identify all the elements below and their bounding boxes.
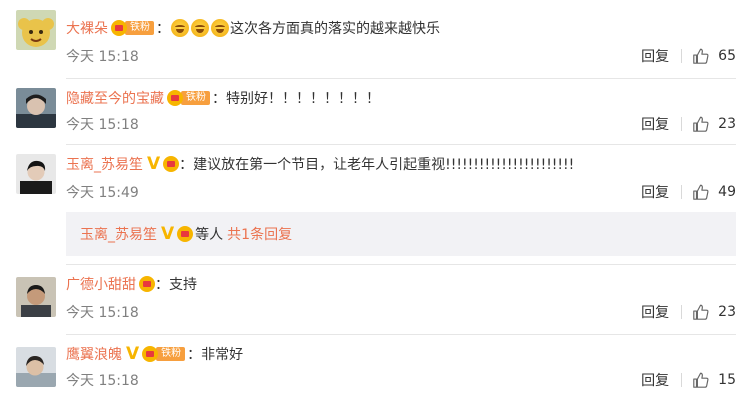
comment-item: 大裸朵 铁粉 ： 这次各方面真的落实的越来越快乐 今天 15:18 回复 65	[0, 0, 750, 78]
reply-button[interactable]: 回复	[641, 114, 669, 134]
timestamp: 今天 15:18	[66, 49, 139, 65]
grin-emoji-icon	[171, 19, 189, 37]
thumbs-up-icon	[693, 116, 709, 132]
like-button[interactable]: 23	[692, 115, 736, 133]
fan-badge	[177, 226, 194, 242]
comment-line: 隐藏至今的宝藏 铁粉 ： 特别好！！！！！！！！	[66, 87, 740, 109]
comment-actions: 回复 15	[641, 370, 736, 390]
reply-button[interactable]: 回复	[641, 370, 669, 390]
fan-badge: 铁粉	[167, 90, 210, 106]
comment-item: 鹰翼浪魄 V 铁粉 ： 非常好 今天 15:18 回复 15	[0, 334, 750, 401]
divider	[681, 305, 683, 319]
timestamp: 今天 15:18	[66, 305, 139, 321]
avatar[interactable]	[16, 154, 56, 194]
comment-actions: 回复 65	[641, 46, 736, 66]
username[interactable]: 隐藏至今的宝藏	[66, 88, 164, 108]
username[interactable]: 玉离_苏易笙	[66, 154, 143, 174]
reply-button[interactable]: 回复	[641, 46, 669, 66]
like-count: 15	[718, 372, 736, 388]
divider	[681, 373, 683, 387]
like-button[interactable]: 65	[692, 47, 736, 65]
timestamp: 今天 15:18	[66, 117, 139, 133]
crown-icon	[139, 276, 155, 292]
v-mark-icon: V	[126, 344, 140, 364]
comment-line: 广德小甜甜 ： 支持	[66, 273, 740, 295]
sub-reply-etc: 等人	[195, 227, 224, 243]
comment-item: 隐藏至今的宝藏 铁粉 ： 特别好！！！！！！！！ 今天 15:18 回复 23	[0, 78, 750, 144]
fan-badge	[163, 156, 180, 172]
avatar[interactable]	[16, 277, 56, 317]
comment-text: 特别好！！！！！！！！	[226, 91, 380, 107]
comment-meta: 今天 15:18 回复 23	[66, 302, 736, 322]
sub-reply-box[interactable]: 玉离_苏易笙 V 等人 共1条回复	[66, 212, 736, 256]
comment-line: 大裸朵 铁粉 ： 这次各方面真的落实的越来越快乐	[66, 17, 740, 39]
comment-text: 支持	[169, 277, 197, 293]
like-count: 49	[718, 184, 736, 200]
fan-badge: 铁粉	[142, 346, 186, 362]
reply-button[interactable]: 回复	[641, 182, 669, 202]
comment-text: 建议放在第一个节目，让老年人引起重视!!!!!!!!!!!!!!!!!!!!!!…	[193, 157, 575, 173]
comment-actions: 回复 23	[641, 114, 736, 134]
fan-badge-label: 铁粉	[156, 347, 186, 361]
crown-icon	[163, 156, 180, 172]
fan-badge-label: 铁粉	[125, 21, 154, 35]
like-button[interactable]: 49	[692, 183, 736, 201]
comment-meta: 今天 15:18 回复 23	[66, 114, 736, 134]
divider	[66, 334, 736, 335]
crown-icon	[177, 226, 194, 242]
like-button[interactable]: 15	[692, 371, 736, 389]
comment-actions: 回复 23	[641, 302, 736, 322]
avatar[interactable]	[16, 347, 56, 387]
thumbs-up-icon	[693, 184, 709, 200]
comment-line: 鹰翼浪魄 V 铁粉 ： 非常好	[66, 344, 244, 364]
grin-emoji-icon	[211, 19, 229, 37]
v-mark-icon: V	[161, 224, 175, 244]
like-count: 23	[718, 304, 736, 320]
comment-text: 非常好	[201, 347, 244, 363]
grin-emoji-icon	[191, 19, 209, 37]
fan-badge-label: 铁粉	[181, 91, 210, 105]
divider	[681, 117, 683, 131]
username[interactable]: 大裸朵	[66, 18, 108, 38]
sub-reply-username[interactable]: 玉离_苏易笙	[80, 224, 157, 244]
thumbs-up-icon	[693, 304, 709, 320]
username[interactable]: 鹰翼浪魄	[66, 344, 122, 364]
divider	[66, 264, 736, 265]
comment-meta: 今天 15:49 回复 49	[66, 182, 736, 202]
fan-badge: 铁粉	[111, 20, 154, 36]
avatar[interactable]	[16, 88, 56, 128]
crown-icon	[111, 20, 127, 36]
divider	[681, 185, 683, 199]
comment-item: 广德小甜甜 ： 支持 今天 15:18 回复 23	[0, 264, 750, 334]
comment-meta: 今天 15:18 回复 65	[66, 46, 736, 66]
comment-actions: 回复 49	[641, 182, 736, 202]
timestamp: 今天 15:49	[66, 185, 139, 201]
divider	[681, 49, 683, 63]
comment-meta: 今天 15:18 回复 15	[66, 370, 736, 390]
divider	[66, 78, 736, 79]
sub-reply-total-link[interactable]: 共1条回复	[227, 224, 292, 244]
like-count: 65	[718, 48, 736, 64]
avatar[interactable]	[16, 10, 56, 50]
comment-feed: 大裸朵 铁粉 ： 这次各方面真的落实的越来越快乐 今天 15:18 回复 65	[0, 0, 750, 401]
comment-line: 玉离_苏易笙 V ： 建议放在第一个节目，让老年人引起重视!!!!!!!!!!!…	[66, 154, 575, 174]
username[interactable]: 广德小甜甜	[66, 274, 136, 294]
thumbs-up-icon	[693, 48, 709, 64]
comment-text: 这次各方面真的落实的越来越快乐	[230, 21, 440, 37]
timestamp: 今天 15:18	[66, 373, 139, 389]
thumbs-up-icon	[693, 372, 709, 388]
like-count: 23	[718, 116, 736, 132]
fan-badge	[139, 276, 155, 292]
divider	[66, 144, 736, 145]
crown-icon	[167, 90, 183, 106]
v-mark-icon: V	[147, 154, 161, 174]
like-button[interactable]: 23	[692, 303, 736, 321]
reply-button[interactable]: 回复	[641, 302, 669, 322]
